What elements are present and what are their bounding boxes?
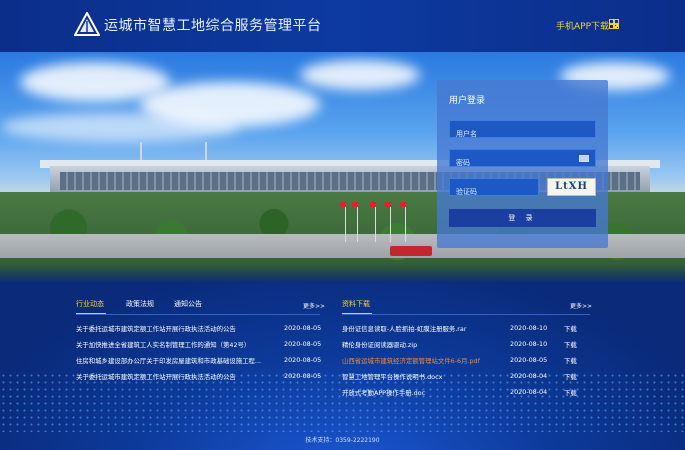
- download-button[interactable]: 下载: [564, 340, 577, 349]
- top-header: 运城市智慧工地综合服务管理平台 手机APP下载: [0, 0, 685, 52]
- news-date: 2020-08-05: [284, 324, 322, 332]
- password-field[interactable]: [449, 149, 596, 171]
- file-name[interactable]: 精伦身份证阅读器驱动.zip: [342, 340, 502, 349]
- file-date: 2020-08-10: [510, 324, 548, 332]
- news-title[interactable]: 关于委托运城市建筑定额工作站开展行政执法活动的公告: [76, 372, 276, 381]
- captcha-input[interactable]: [450, 184, 538, 200]
- tab-notice[interactable]: 通知公告: [174, 299, 202, 309]
- file-name[interactable]: 山西省运城市建筑经济定额管理站文件6-6月.pdf: [342, 356, 502, 365]
- app-download-link[interactable]: 手机APP下载: [556, 19, 609, 32]
- username-field[interactable]: [449, 120, 596, 142]
- file-date: 2020-08-04: [510, 372, 548, 380]
- login-button[interactable]: 登 录: [449, 209, 596, 227]
- qr-code-icon[interactable]: [609, 19, 619, 29]
- login-panel: 用户登录 LtXH 登 录: [437, 80, 608, 248]
- file-date: 2020-08-05: [510, 356, 548, 364]
- captcha-image[interactable]: LtXH: [547, 178, 596, 196]
- site-title: 运城市智慧工地综合服务管理平台: [104, 18, 322, 34]
- file-date: 2020-08-04: [510, 388, 548, 396]
- download-button[interactable]: 下载: [564, 324, 577, 333]
- file-date: 2020-08-10: [510, 340, 548, 348]
- download-button[interactable]: 下载: [564, 372, 577, 381]
- tab-policy[interactable]: 政策法规: [126, 299, 154, 309]
- downloads-title[interactable]: 资料下载: [342, 299, 370, 309]
- file-name[interactable]: 开放式考勤APP操作手册.doc: [342, 388, 502, 397]
- keyboard-icon[interactable]: [579, 155, 589, 162]
- news-date: 2020-08-05: [284, 356, 322, 364]
- download-button[interactable]: 下载: [564, 388, 577, 397]
- password-input[interactable]: [450, 155, 595, 171]
- download-button[interactable]: 下载: [564, 356, 577, 365]
- triangle-logo-icon: [74, 12, 100, 36]
- news-title[interactable]: 住房和城乡建设部办公厅关于印发房屋建筑和市政基础设施工程...: [76, 356, 276, 365]
- file-name[interactable]: 身份证信息读取-人脸抓拍-虹膜注册服务.rar: [342, 324, 502, 333]
- footer-support: 技术支持：0359-2222190: [305, 437, 380, 444]
- news-title[interactable]: 关于委托运城市建筑定额工作站开展行政执法活动的公告: [76, 324, 276, 333]
- file-name[interactable]: 智慧工地管理平台操作说明书.docx: [342, 372, 502, 381]
- news-more-link[interactable]: 更多>>: [303, 301, 325, 310]
- news-date: 2020-08-05: [284, 340, 322, 348]
- username-input[interactable]: [450, 126, 595, 142]
- news-date: 2020-08-05: [284, 372, 322, 380]
- captcha-field[interactable]: [449, 178, 539, 200]
- tab-industry-news[interactable]: 行业动态: [76, 299, 104, 309]
- login-title: 用户登录: [449, 96, 486, 106]
- news-title[interactable]: 关于加快推进全省建筑工人实名制管理工作的通知（第42号）: [76, 340, 276, 349]
- downloads-more-link[interactable]: 更多>>: [570, 301, 592, 310]
